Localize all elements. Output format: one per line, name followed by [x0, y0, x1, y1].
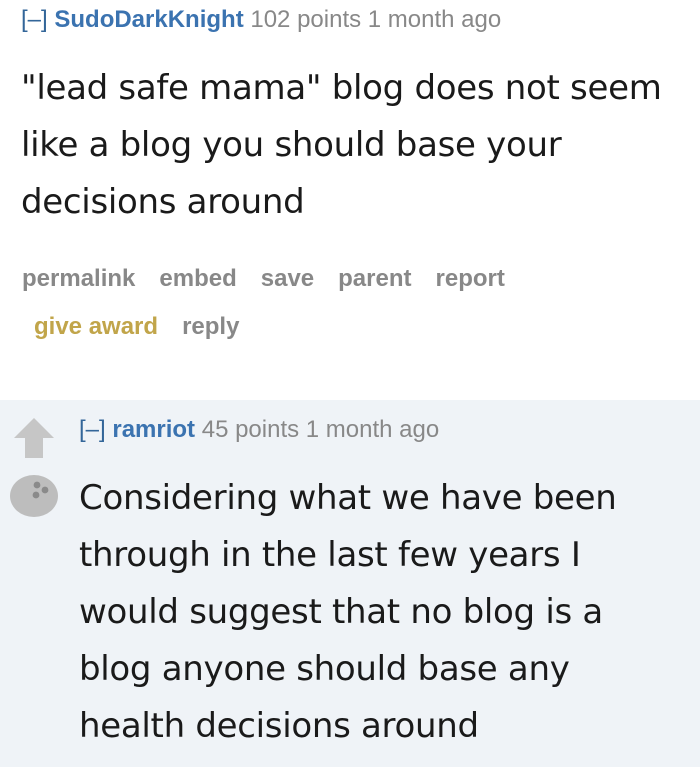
- vote-area: [6, 408, 62, 528]
- report-button[interactable]: report: [436, 255, 505, 303]
- comment-meta: 102 points 1 month ago: [250, 6, 502, 33]
- comment-meta: 45 points 1 month ago: [201, 416, 440, 443]
- upvote-arrow-icon[interactable]: [12, 416, 56, 464]
- body-line: through in the last few years I: [79, 535, 581, 575]
- body-line: Considering what we have been: [79, 478, 617, 518]
- body-line: health decisions around: [79, 706, 479, 746]
- collapse-toggle[interactable]: [–]: [21, 6, 48, 33]
- permalink-button[interactable]: permalink: [22, 255, 135, 303]
- parent-button[interactable]: parent: [338, 255, 411, 303]
- parent-comment-body: "lead safe mama" blog does not seem like…: [21, 60, 691, 231]
- author-link[interactable]: ramriot: [112, 416, 195, 443]
- reply-button[interactable]: reply: [182, 303, 239, 351]
- body-line: like a blog you should base your: [21, 125, 562, 165]
- body-line: decisions around: [21, 182, 305, 222]
- child-comment-tagline: [–] ramriot 45 points 1 month ago: [79, 416, 439, 444]
- embed-button[interactable]: embed: [159, 255, 236, 303]
- body-line: "lead safe mama" blog does not seem: [21, 68, 662, 108]
- child-comment-body: Considering what we have been through in…: [79, 470, 689, 755]
- bowling-ball-avatar-icon: [9, 473, 59, 523]
- body-line: would suggest that no blog is a: [79, 592, 603, 632]
- save-button[interactable]: save: [261, 255, 314, 303]
- body-line: blog anyone should base any: [79, 649, 570, 689]
- comment-action-buttons: permalink embed save parent report give awar…: [22, 255, 622, 351]
- give-award-button[interactable]: give award: [34, 303, 158, 351]
- author-link[interactable]: SudoDarkKnight: [54, 6, 243, 33]
- collapse-toggle[interactable]: [–]: [79, 416, 106, 443]
- parent-comment-tagline: [–] SudoDarkKnight 102 points 1 month ag…: [21, 6, 501, 34]
